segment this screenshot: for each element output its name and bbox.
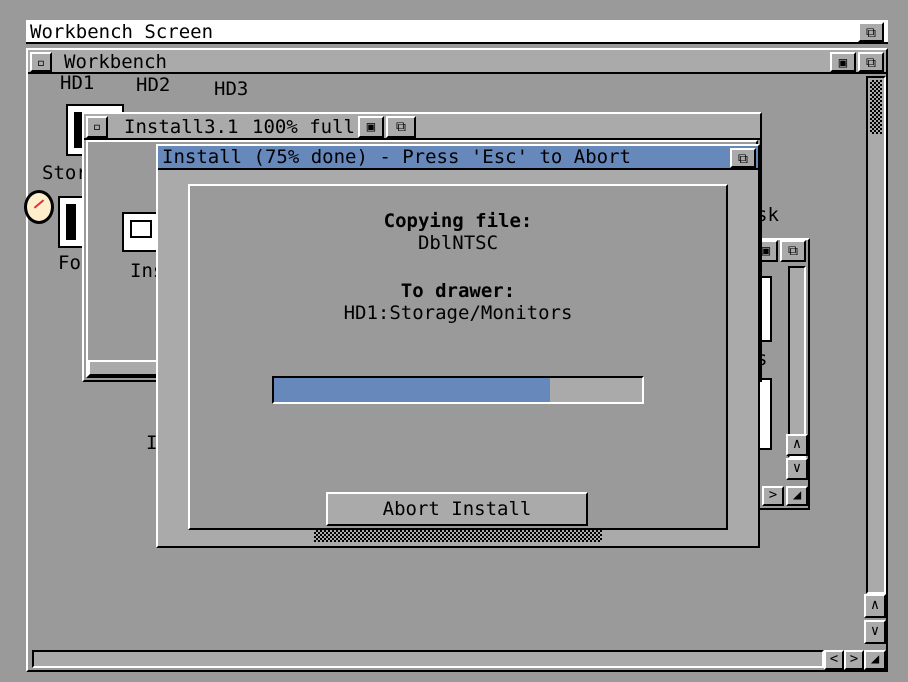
screen-title: Workbench Screen: [30, 21, 214, 43]
resize-icon: ◢: [792, 487, 802, 503]
clock-icon[interactable]: [24, 190, 54, 224]
depth-icon: ⧉: [788, 243, 798, 259]
storage-icon-label[interactable]: Stor: [42, 162, 88, 184]
drawer-path: HD1:Storage/Monitors: [343, 302, 573, 324]
install-progress-bottom-strip: [314, 530, 602, 542]
install-drawer-horizontal-scroll[interactable]: [88, 360, 160, 376]
install-drawer-status: 100% full: [252, 116, 355, 138]
copying-label: Copying file:: [383, 210, 533, 232]
install-drawer-depth-gadget[interactable]: ⧉: [386, 116, 416, 138]
workbench-horizontal-scroll-track[interactable]: [32, 650, 824, 668]
install-progress-depth-gadget[interactable]: ⧉: [730, 148, 756, 168]
bg-window-scroll-right-button[interactable]: >: [762, 486, 784, 506]
depth-icon: ⧉: [738, 151, 748, 167]
close-icon: ▫: [36, 55, 46, 71]
workbench-size-gadget[interactable]: ◢: [864, 650, 886, 670]
workbench-scroll-down-button[interactable]: ∨: [864, 620, 886, 644]
install-progress-panel: Copying file: DblNTSC To drawer: HD1:Sto…: [188, 184, 728, 530]
install-progress-title-bar[interactable]: Install (75% done) - Press 'Esc' to Abor…: [158, 146, 758, 170]
zoom-icon: ▣: [761, 243, 771, 259]
install-icon[interactable]: [122, 212, 160, 252]
arrow-right-icon: >: [768, 487, 778, 503]
install-progress-fill: [274, 378, 550, 402]
workbench-title: Workbench: [64, 51, 167, 73]
volume-hd1-label[interactable]: HD1: [60, 72, 94, 94]
drawer-label: To drawer:: [400, 280, 516, 302]
install-progress-dialog: Install (75% done) - Press 'Esc' to Abor…: [156, 144, 760, 548]
install-drawer-title: Install3.1: [124, 116, 239, 138]
workbench-scroll-left-button[interactable]: <: [824, 650, 844, 670]
arrow-up-icon: ∧: [870, 597, 880, 613]
workbench-title-bar[interactable]: ▫ Workbench ▣ ⧉: [28, 50, 886, 74]
bg-window-scroll-up-button[interactable]: ∧: [786, 434, 808, 456]
fonts-icon-label[interactable]: Fo: [58, 252, 81, 274]
volume-hd3-label[interactable]: HD3: [214, 78, 248, 100]
depth-icon: ⧉: [866, 55, 876, 71]
screen-title-bar: Workbench Screen ⧉: [26, 20, 888, 44]
copying-file-name: DblNTSC: [417, 232, 499, 254]
arrow-down-icon: ∨: [870, 623, 880, 639]
install-drawer-title-bar[interactable]: ▫ Install3.1 100% full ▣ ⧉: [84, 114, 760, 140]
workbench-depth-gadget[interactable]: ⧉: [858, 52, 884, 72]
arrow-up-icon: ∧: [792, 436, 802, 452]
zoom-icon: ▣: [366, 119, 376, 135]
close-icon: ▫: [92, 119, 102, 135]
resize-icon: ◢: [870, 651, 880, 667]
arrow-right-icon: >: [849, 651, 859, 667]
abort-install-button[interactable]: Abort Install: [326, 492, 588, 526]
workbench-scroll-right-button[interactable]: >: [844, 650, 864, 670]
arrow-down-icon: ∨: [792, 460, 802, 476]
workbench-zoom-gadget[interactable]: ▣: [830, 52, 856, 72]
bg-window-depth-gadget[interactable]: ⧉: [780, 240, 806, 262]
install-drawer-zoom-gadget[interactable]: ▣: [358, 116, 384, 138]
bg-window-vertical-scroll-track[interactable]: [788, 266, 806, 458]
depth-icon: ⧉: [396, 119, 406, 135]
bg-window-size-gadget[interactable]: ◢: [786, 486, 808, 506]
screen-depth-gadget[interactable]: ⧉: [858, 22, 884, 42]
workbench-close-gadget[interactable]: ▫: [30, 52, 52, 72]
install-progress-title: Install (75% done) - Press 'Esc' to Abor…: [162, 146, 631, 168]
depth-icon: ⧉: [866, 25, 876, 41]
abort-install-label: Abort Install: [382, 498, 532, 520]
bg-window-scroll-down-button[interactable]: ∨: [786, 458, 808, 480]
volume-hd2-label[interactable]: HD2: [136, 74, 170, 96]
workbench-vertical-scroll-knob[interactable]: [870, 80, 882, 134]
zoom-icon: ▣: [838, 55, 848, 71]
arrow-left-icon: <: [829, 651, 839, 667]
install-drawer-close-gadget[interactable]: ▫: [86, 116, 108, 138]
install-progress-bar: [272, 376, 644, 404]
workbench-vertical-scroll-track[interactable]: [866, 76, 886, 594]
workbench-scroll-up-button[interactable]: ∧: [864, 594, 886, 618]
